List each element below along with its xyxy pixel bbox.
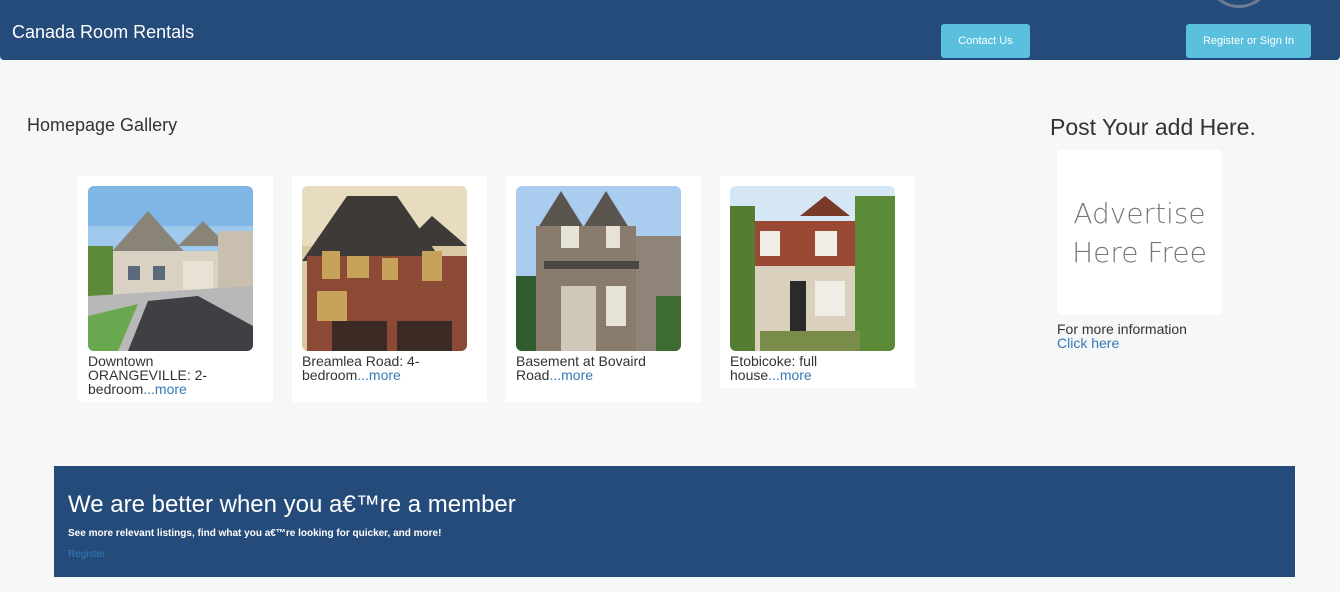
more-link[interactable]: ...more	[143, 381, 187, 397]
listing-caption: Etobicoke: full house...more	[730, 354, 900, 382]
top-navbar: Canada Room Rentals Contact Us Register …	[0, 0, 1340, 60]
advertise-line-2: Here Free	[1072, 235, 1207, 269]
gallery-card[interactable]: Downtown ORANGEVILLE: 2-bedroom...more	[78, 176, 273, 402]
member-subtitle: See more relevant listings, find what yo…	[68, 528, 442, 539]
register-signin-button[interactable]: Register or Sign In	[1186, 24, 1311, 58]
gallery-card[interactable]: Basement at Bovaird Road...more	[506, 176, 701, 402]
member-title: We are better when you a€™re a member	[68, 491, 516, 518]
house-photo-icon	[88, 186, 253, 351]
listing-photo[interactable]	[730, 186, 895, 351]
register-link[interactable]: Register	[68, 549, 105, 560]
listing-photo[interactable]	[88, 186, 253, 351]
gallery-card[interactable]: Etobicoke: full house...more	[720, 176, 915, 388]
logo-icon	[1206, 0, 1272, 8]
ad-info-text: For more information	[1057, 321, 1187, 337]
listing-caption: Downtown ORANGEVILLE: 2-bedroom...more	[88, 354, 258, 396]
gallery-card[interactable]: Breamlea Road: 4-bedroom...more	[292, 176, 487, 402]
listing-photo[interactable]	[302, 186, 467, 351]
gallery-title: Homepage Gallery	[27, 115, 178, 135]
ad-heading: Post Your add Here.	[1050, 114, 1256, 140]
site-title[interactable]: Canada Room Rentals	[12, 22, 194, 42]
click-here-link[interactable]: Click here	[1057, 336, 1119, 350]
more-link[interactable]: ...more	[768, 367, 812, 383]
house-photo-icon	[302, 186, 467, 351]
advertise-line-1: Advertise	[1073, 196, 1206, 230]
more-link[interactable]: ...more	[549, 367, 593, 383]
more-link[interactable]: ...more	[357, 367, 401, 383]
contact-us-button[interactable]: Contact Us	[941, 24, 1030, 58]
listing-caption: Basement at Bovaird Road...more	[516, 354, 686, 382]
listing-caption: Breamlea Road: 4-bedroom...more	[302, 354, 472, 382]
house-photo-icon	[516, 186, 681, 351]
listing-photo[interactable]	[516, 186, 681, 351]
member-banner: We are better when you a€™re a member Se…	[54, 466, 1295, 577]
house-photo-icon	[730, 186, 895, 351]
advertise-banner[interactable]: Advertise Here Free	[1057, 150, 1222, 315]
